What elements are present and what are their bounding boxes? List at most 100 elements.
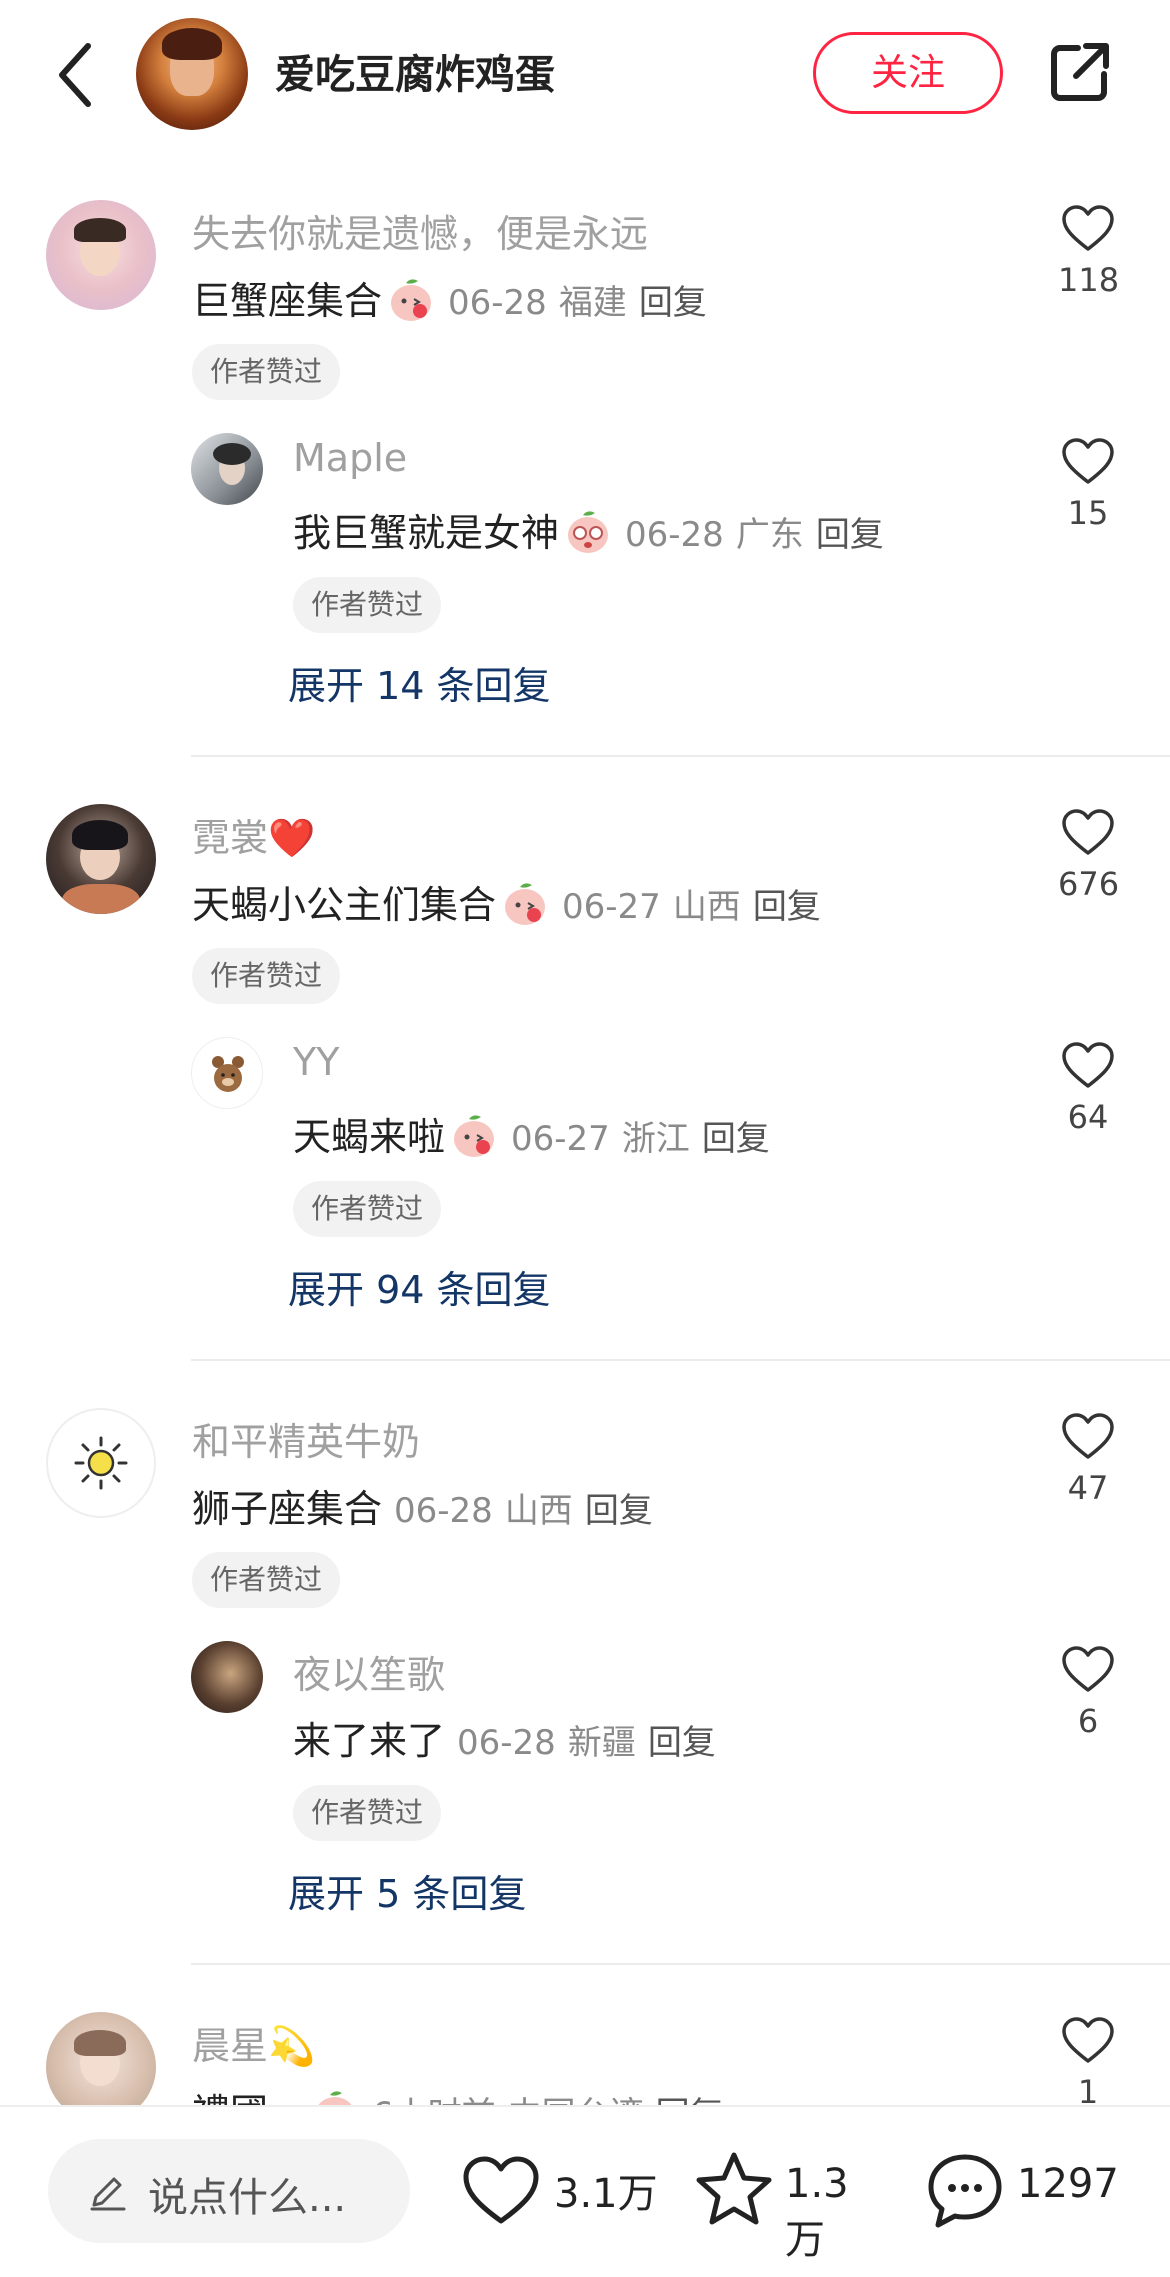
bear-icon — [212, 1056, 244, 1092]
avatar[interactable] — [191, 1037, 263, 1109]
divider — [191, 1963, 1170, 1965]
comment-location: 福建 — [558, 283, 627, 323]
reply-username[interactable]: YY — [293, 1040, 339, 1084]
author-avatar[interactable] — [136, 18, 248, 130]
like-count: 47 — [1067, 1469, 1109, 1507]
author-liked-badge: 作者赞过 — [293, 1785, 442, 1841]
sun-icon — [74, 1436, 128, 1490]
peach-blush-emoji-icon — [454, 1114, 495, 1157]
avatar[interactable] — [46, 804, 156, 914]
comment-location: 山西 — [504, 1491, 573, 1531]
peach-blush-emoji-icon — [505, 882, 546, 925]
like-count: 676 — [1058, 865, 1120, 903]
input-placeholder: 说点什么... — [148, 2175, 347, 2221]
comment-input[interactable]: 说点什么... — [48, 2139, 410, 2243]
like-button[interactable]: 15 — [1058, 438, 1118, 532]
author-liked-badge: 作者赞过 — [192, 948, 341, 1004]
comment-text[interactable]: 天蝎小公主们集合 06-27 山西 回复 — [192, 874, 821, 933]
like-button[interactable]: 47 — [1058, 1413, 1118, 1507]
post-like-count: 3.1万 — [554, 2171, 658, 2217]
heart-icon — [1062, 1646, 1114, 1692]
reply-button[interactable]: 回复 — [702, 1119, 770, 1159]
reply-button[interactable]: 回复 — [648, 1723, 716, 1763]
heart-icon — [1062, 2017, 1114, 2063]
comment-body: 巨蟹座集合 — [192, 279, 383, 323]
favorite-button[interactable]: 1.3 万 — [695, 2141, 895, 2263]
chat-bubble-icon — [928, 2154, 1002, 2228]
like-count: 118 — [1058, 261, 1120, 299]
comment-location: 山西 — [672, 887, 741, 927]
like-button[interactable]: 1 — [1058, 2017, 1118, 2111]
pencil-icon — [90, 2177, 126, 2211]
reply-date: 06-28 — [457, 1723, 556, 1763]
heart-icon — [1062, 438, 1114, 484]
like-post-button[interactable]: 3.1万 — [462, 2141, 662, 2241]
like-count: 6 — [1077, 1702, 1099, 1740]
reply-text[interactable]: 天蝎来啦 06-27 浙江 回复 — [293, 1106, 770, 1165]
heart-icon — [1062, 809, 1114, 855]
author-liked-badge: 作者赞过 — [192, 1552, 341, 1608]
reply-button[interactable]: 回复 — [753, 887, 821, 927]
divider — [191, 1359, 1170, 1361]
like-count: 15 — [1067, 494, 1109, 532]
reply-text[interactable]: 我巨蟹就是女神 06-28 广东 回复 — [293, 502, 884, 561]
reply-button[interactable]: 回复 — [585, 1491, 653, 1531]
reply-date: 06-27 — [511, 1119, 610, 1159]
peach-starry-eyes-emoji-icon — [568, 510, 609, 553]
author-name[interactable]: 爱吃豆腐炸鸡蛋 — [275, 42, 555, 100]
comment-count: 1297 — [1017, 2161, 1119, 2207]
reply-location: 浙江 — [621, 1119, 690, 1159]
like-button[interactable]: 64 — [1058, 1042, 1118, 1136]
expand-replies-link[interactable]: 展开 94 条回复 — [288, 1259, 551, 1314]
favorite-count: 1.3 万 — [785, 2161, 849, 2263]
peach-blush-emoji-icon — [391, 278, 432, 321]
comment-date: 06-28 — [448, 283, 547, 323]
like-button[interactable]: 676 — [1058, 809, 1120, 903]
back-arrow-icon[interactable] — [52, 40, 102, 110]
comment-date: 06-27 — [562, 887, 661, 927]
reply-username[interactable]: 夜以笙歌 — [293, 1644, 445, 1699]
avatar[interactable] — [46, 1408, 156, 1518]
reply-button[interactable]: 回复 — [639, 283, 707, 323]
expand-replies-link[interactable]: 展开 5 条回复 — [288, 1863, 526, 1918]
author-liked-badge: 作者赞过 — [293, 577, 442, 633]
reply-location: 新疆 — [567, 1723, 636, 1763]
reply-text[interactable]: 来了来了 06-28 新疆 回复 — [293, 1710, 716, 1765]
bottom-action-bar: 说点什么... 3.1万 1.3 万 1297 — [0, 2105, 1170, 2277]
comment-username[interactable]: 失去你就是遗憾，便是永远 — [192, 203, 648, 258]
comment-username[interactable]: 和平精英牛奶 — [192, 1411, 420, 1466]
author-liked-badge: 作者赞过 — [192, 344, 341, 400]
follow-button[interactable]: 关注 — [813, 32, 1003, 114]
comments-button[interactable]: 1297 — [925, 2141, 1145, 2241]
expand-replies-link[interactable]: 展开 14 条回复 — [288, 655, 551, 710]
top-bar: 爱吃豆腐炸鸡蛋 关注 — [0, 0, 1170, 150]
reply-button[interactable]: 回复 — [816, 515, 884, 555]
star-icon — [696, 2152, 772, 2225]
comment-body: 狮子座集合 — [192, 1487, 383, 1531]
reply-body: 天蝎来啦 — [293, 1115, 446, 1159]
heart-icon — [1062, 205, 1114, 251]
divider — [191, 755, 1170, 757]
reply-username[interactable]: Maple — [293, 436, 407, 480]
like-count: 64 — [1067, 1098, 1109, 1136]
share-icon[interactable] — [1048, 40, 1112, 104]
comment-date: 06-28 — [394, 1491, 493, 1531]
reply-date: 06-28 — [625, 515, 724, 555]
heart-icon — [463, 2156, 539, 2224]
avatar[interactable] — [191, 1641, 263, 1713]
avatar[interactable] — [191, 433, 263, 505]
heart-icon — [1062, 1042, 1114, 1088]
comment-body: 天蝎小公主们集合 — [192, 883, 497, 927]
avatar[interactable] — [46, 200, 156, 310]
reply-location: 广东 — [735, 515, 804, 555]
comment-text[interactable]: 巨蟹座集合 06-28 福建 回复 — [192, 270, 707, 329]
reply-body: 我巨蟹就是女神 — [293, 511, 560, 555]
like-button[interactable]: 6 — [1058, 1646, 1118, 1740]
reply-body: 来了来了 — [293, 1719, 446, 1763]
author-liked-badge: 作者赞过 — [293, 1181, 442, 1237]
comment-text[interactable]: 狮子座集合 06-28 山西 回复 — [192, 1478, 653, 1533]
like-button[interactable]: 118 — [1058, 205, 1120, 299]
comment-username[interactable]: 霓裳❤️ — [192, 807, 315, 862]
comment-username[interactable]: 晨星💫 — [192, 2015, 315, 2070]
heart-icon — [1062, 1413, 1114, 1459]
